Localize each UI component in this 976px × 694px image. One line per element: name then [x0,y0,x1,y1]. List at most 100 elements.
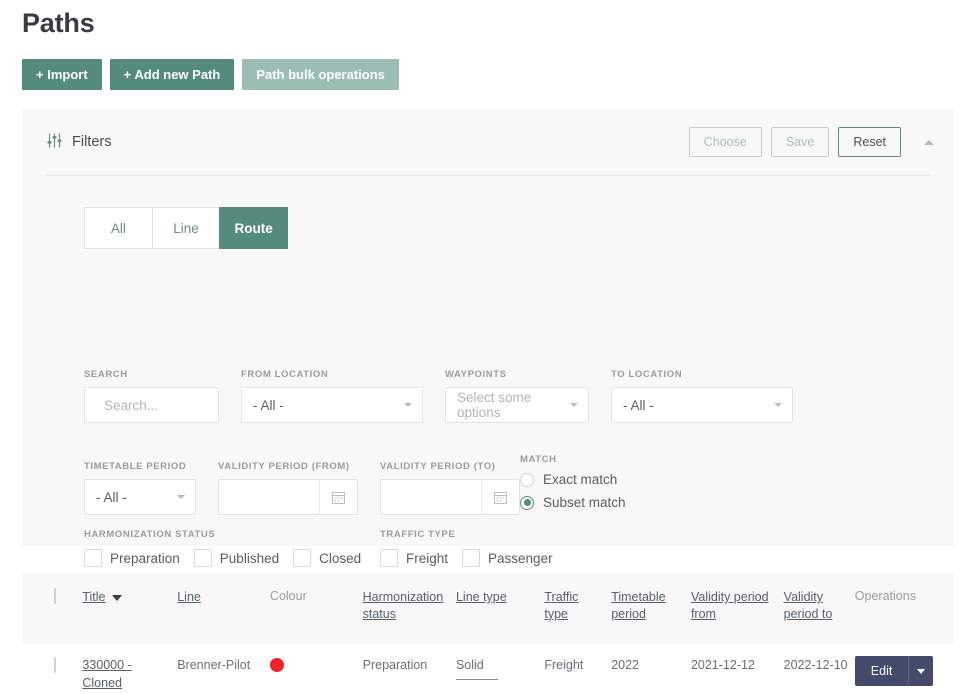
checkbox-icon [84,549,102,567]
row-select-checkbox[interactable] [54,657,56,673]
column-header-timetable-period-label[interactable]: Timetable period [611,590,665,621]
calendar-icon[interactable] [319,480,357,514]
column-header-title[interactable]: Title [82,573,177,644]
checkbox-icon [380,549,398,567]
column-header-traffic-type-label[interactable]: Traffic type [544,590,578,621]
edit-dropdown-toggle[interactable] [908,656,933,686]
page-title: Paths [0,0,976,39]
sort-desc-icon [112,595,122,601]
save-filter-button[interactable]: Save [771,127,830,157]
harmonization-checkbox-published[interactable]: Published [194,549,279,567]
column-header-title-label[interactable]: Title [82,590,105,604]
colour-swatch [270,658,284,672]
cell-colour [270,644,363,694]
scope-tab-group: All Line Route [84,207,288,249]
column-header-operations: Operations [855,573,954,644]
waypoints-label: WAYPOINTS [445,369,589,380]
from-location-select[interactable]: - All - [241,387,423,423]
match-label: MATCH [520,454,626,465]
to-location-field-group: TO LOCATION - All - [611,369,793,423]
column-header-harmonization-status-label[interactable]: Harmonization status [363,590,444,621]
harmonization-checkbox-preparation[interactable]: Preparation [84,549,180,567]
column-header-line-type-label[interactable]: Line type [456,590,507,604]
column-header-traffic-type[interactable]: Traffic type [544,573,611,644]
validity-to-value[interactable] [381,480,481,514]
traffic-type-checkbox-passenger[interactable]: Passenger [462,549,553,567]
column-header-line[interactable]: Line [177,573,270,644]
edit-button[interactable]: Edit [855,656,909,686]
traffic-type-group: TRAFFIC TYPE Freight Passenger [380,529,553,567]
validity-to-label: VALIDITY PERIOD (TO) [380,461,520,472]
match-option-subset[interactable]: Subset match [520,495,626,510]
cell-harmonization-status: Preparation [363,644,456,694]
validity-to-field-group: VALIDITY PERIOD (TO) [380,461,520,515]
row-title-link[interactable]: 330000 - Cloned [82,658,131,690]
traffic-type-label: TRAFFIC TYPE [380,529,553,540]
match-option-exact-label: Exact match [543,472,617,487]
cell-validity-period-to: 2022-12-10 [784,644,855,694]
waypoints-placeholder: Select some options [457,390,562,420]
results-table-wrapper: Title Line Colour Harmonization status L… [22,573,954,694]
cell-line: Brenner-Pilot [177,644,270,694]
column-header-line-label[interactable]: Line [177,590,201,604]
table-header-row: Title Line Colour Harmonization status L… [22,573,954,644]
waypoints-multiselect[interactable]: Select some options [445,387,589,423]
column-header-validity-period-from-label[interactable]: Validity period from [691,590,769,621]
harmonization-preparation-label: Preparation [110,551,180,566]
cell-timetable-period: 2022 [611,644,691,694]
column-header-line-type[interactable]: Line type [456,573,544,644]
search-input[interactable]: Search... [84,387,219,423]
chevron-down-icon [570,403,578,407]
filters-label: Filters [72,134,111,150]
timetable-period-select[interactable]: - All - [84,479,196,515]
traffic-type-checkbox-freight[interactable]: Freight [380,549,448,567]
row-select-cell [22,644,82,694]
add-new-path-button[interactable]: + Add new Path [110,59,235,90]
validity-from-label: VALIDITY PERIOD (FROM) [218,461,358,472]
sliders-icon [46,132,63,153]
import-button[interactable]: + Import [22,59,102,90]
scope-tab-all[interactable]: All [84,207,152,249]
checkbox-icon [293,549,311,567]
match-option-exact[interactable]: Exact match [520,472,626,487]
harmonization-checkbox-closed[interactable]: Closed [293,549,361,567]
timetable-period-label: TIMETABLE PERIOD [84,461,196,472]
validity-from-value[interactable] [219,480,319,514]
filters-divider [46,175,930,176]
collapse-filters-icon[interactable] [922,135,936,149]
harmonization-closed-label: Closed [319,551,361,566]
reset-filter-button[interactable]: Reset [838,127,901,157]
choose-filter-button[interactable]: Choose [689,127,762,157]
scope-tab-line[interactable]: Line [152,207,220,249]
calendar-icon[interactable] [481,480,519,514]
table-row: 330000 - Cloned Brenner-Pilot Preparatio… [22,644,954,694]
path-bulk-operations-button[interactable]: Path bulk operations [242,59,399,90]
column-header-harmonization-status[interactable]: Harmonization status [363,573,456,644]
timetable-period-value: - All - [96,490,127,505]
chevron-down-icon [404,403,412,407]
from-location-value: - All - [253,398,284,413]
results-table: Title Line Colour Harmonization status L… [22,573,954,694]
column-header-timetable-period[interactable]: Timetable period [611,573,691,644]
validity-to-input[interactable] [380,479,520,515]
scope-tab-route[interactable]: Route [219,207,288,249]
filter-fields-row-1: SEARCH Search... FROM LOCATION - All - W… [84,369,793,423]
filters-header-actions: Choose Save Reset [689,127,936,157]
harmonization-status-label: HARMONIZATION STATUS [84,529,380,540]
results-table-head: Title Line Colour Harmonization status L… [22,573,954,644]
line-style-sample-icon [456,679,498,680]
filters-panel: Filters Choose Save Reset All Line Route… [22,109,954,546]
to-location-select[interactable]: - All - [611,387,793,423]
search-field-group: SEARCH Search... [84,369,219,423]
column-header-validity-period-to[interactable]: Validity period to [784,573,855,644]
column-header-validity-period-from[interactable]: Validity period from [691,573,784,644]
select-all-checkbox[interactable] [54,588,56,604]
validity-from-input[interactable] [218,479,358,515]
filters-title-group: Filters [46,132,111,153]
radio-selected-icon [520,496,534,510]
column-header-validity-period-to-label[interactable]: Validity period to [784,590,833,621]
edit-split-button: Edit [855,656,954,686]
cell-validity-period-from: 2021-12-12 [691,644,784,694]
traffic-type-freight-label: Freight [406,551,448,566]
checkbox-icon [194,549,212,567]
